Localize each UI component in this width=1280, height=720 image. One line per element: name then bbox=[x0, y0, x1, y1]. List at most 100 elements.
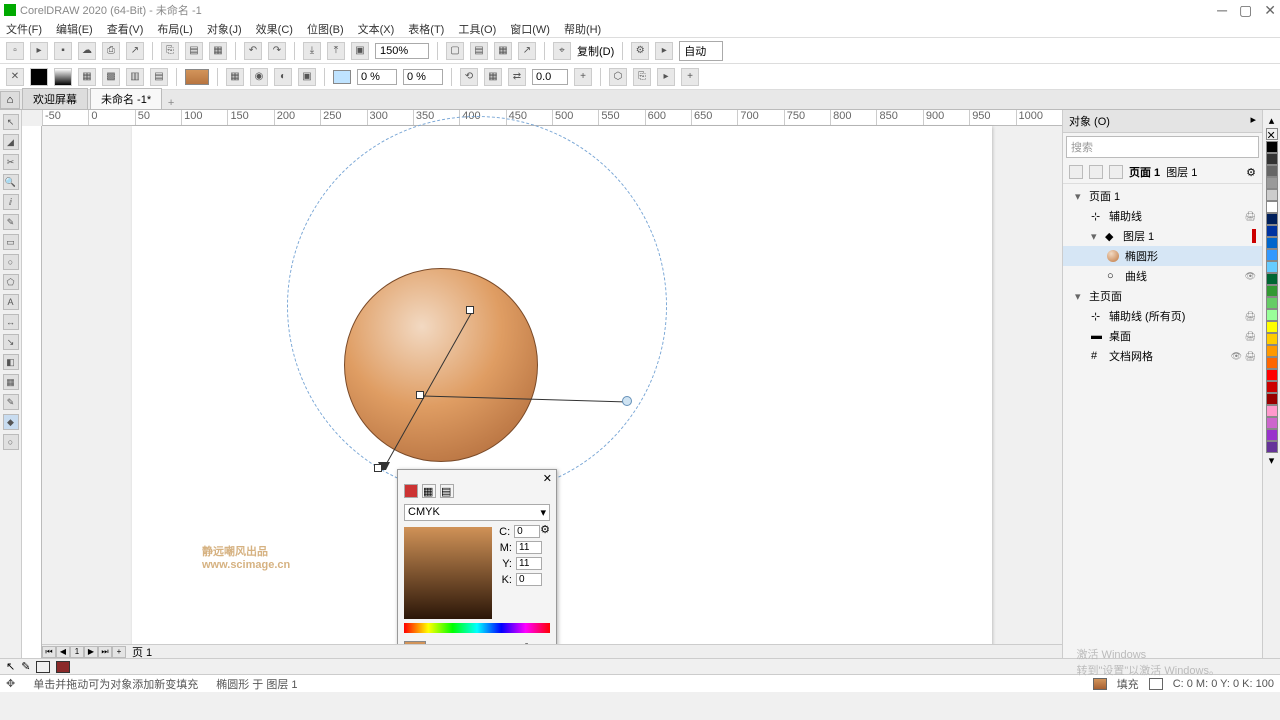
next-page-icon[interactable]: ▶ bbox=[84, 646, 98, 658]
zoom-select[interactable]: 150% bbox=[375, 43, 429, 59]
y-input[interactable] bbox=[516, 557, 542, 570]
tree-layer[interactable]: ▾◆图层 1 bbox=[1063, 226, 1262, 246]
page-count[interactable]: 1 bbox=[70, 646, 84, 658]
drop-tool-icon[interactable]: ◧ bbox=[3, 354, 19, 370]
apply-icon[interactable]: ▸ bbox=[657, 68, 675, 86]
layer-opts3-icon[interactable] bbox=[1109, 165, 1123, 179]
color-tab-mixer-icon[interactable]: ▦ bbox=[422, 484, 436, 498]
cloud-icon[interactable]: ☁ bbox=[78, 42, 96, 60]
palette-swatch[interactable] bbox=[1266, 441, 1278, 453]
palette-swatch[interactable] bbox=[1266, 237, 1278, 249]
tree-guides[interactable]: ⊹辅助线🖨 bbox=[1063, 206, 1262, 226]
palette-up-icon[interactable]: ▴ bbox=[1269, 114, 1275, 127]
guides-icon[interactable]: ↗ bbox=[518, 42, 536, 60]
palette-swatch[interactable] bbox=[1266, 405, 1278, 417]
menu-window[interactable]: 窗口(W) bbox=[510, 21, 550, 37]
last-page-icon[interactable]: ⏭ bbox=[98, 646, 112, 658]
repeat-icon[interactable]: ⇄ bbox=[508, 68, 526, 86]
palette-swatch[interactable] bbox=[1266, 393, 1278, 405]
copy-dropdown[interactable]: 复制(D) bbox=[577, 43, 614, 59]
outline-tool-icon[interactable]: ○ bbox=[3, 434, 19, 450]
artistic-tool-icon[interactable]: ✎ bbox=[3, 214, 19, 230]
home-icon[interactable]: ⌂ bbox=[0, 91, 20, 109]
palette-swatch[interactable] bbox=[1266, 285, 1278, 297]
menu-effects[interactable]: 效果(C) bbox=[256, 21, 293, 37]
polygon-tool-icon[interactable]: ⬠ bbox=[3, 274, 19, 290]
gradient-handle[interactable] bbox=[374, 464, 382, 472]
ellipse-tool-icon[interactable]: ○ bbox=[3, 254, 19, 270]
current-fill-swatch[interactable] bbox=[185, 69, 209, 85]
prev-page-icon[interactable]: ◀ bbox=[56, 646, 70, 658]
tab-welcome[interactable]: 欢迎屏幕 bbox=[22, 88, 88, 109]
tree-page[interactable]: ▾页面 1 bbox=[1063, 186, 1262, 206]
text-tool-icon[interactable]: A bbox=[3, 294, 19, 310]
radial-grad-icon[interactable]: ◉ bbox=[250, 68, 268, 86]
palette-swatch[interactable] bbox=[1266, 201, 1278, 213]
zoom-tool-icon[interactable]: 🔍 bbox=[3, 174, 19, 190]
open-icon[interactable]: ▸ bbox=[30, 42, 48, 60]
docker-close-icon[interactable]: ▸ bbox=[1250, 113, 1256, 129]
gradient-end-handle[interactable] bbox=[622, 396, 632, 406]
redo-icon[interactable]: ↷ bbox=[268, 42, 286, 60]
palette-swatch[interactable] bbox=[1266, 297, 1278, 309]
rulers-icon[interactable]: ▤ bbox=[470, 42, 488, 60]
tree-ellipse[interactable]: 椭圆形 bbox=[1063, 246, 1262, 266]
c-input[interactable] bbox=[514, 525, 540, 538]
minimize-icon[interactable]: ─ bbox=[1217, 2, 1227, 19]
menu-tools[interactable]: 工具(O) bbox=[458, 21, 496, 37]
rotation-input[interactable] bbox=[532, 69, 568, 85]
palette-swatch[interactable] bbox=[1266, 273, 1278, 285]
m-input[interactable] bbox=[516, 541, 542, 554]
tree-master[interactable]: ▾主页面 bbox=[1063, 286, 1262, 306]
color-model-select[interactable]: CMYK▾ bbox=[404, 504, 550, 521]
import-icon[interactable]: ⤓ bbox=[303, 42, 321, 60]
conical-grad-icon[interactable]: ◐ bbox=[274, 68, 292, 86]
palette-swatch[interactable] bbox=[1266, 345, 1278, 357]
launch-icon[interactable]: ▸ bbox=[655, 42, 673, 60]
palette-swatch[interactable] bbox=[1266, 165, 1278, 177]
palette-swatch[interactable] bbox=[1266, 429, 1278, 441]
hue-slider[interactable] bbox=[404, 623, 550, 633]
menu-object[interactable]: 对象(J) bbox=[207, 21, 242, 37]
pattern-fill-icon[interactable]: ▦ bbox=[78, 68, 96, 86]
no-color-swatch[interactable]: ✕ bbox=[1266, 128, 1278, 140]
maximize-icon[interactable]: ▢ bbox=[1239, 2, 1252, 19]
color-options-icon[interactable]: ⚙ bbox=[540, 523, 550, 536]
mesh-fill-icon[interactable]: ▤ bbox=[150, 68, 168, 86]
menu-table[interactable]: 表格(T) bbox=[408, 21, 444, 37]
tree-guides-all[interactable]: ⊹辅助线 (所有页)🖨 bbox=[1063, 306, 1262, 326]
publish-icon[interactable]: ▣ bbox=[351, 42, 369, 60]
freehand-tool-icon[interactable]: ⅈ bbox=[3, 194, 19, 210]
color-tab-model-icon[interactable] bbox=[404, 484, 418, 498]
add-preset-icon[interactable]: + bbox=[681, 68, 699, 86]
edit-fill-icon[interactable]: ✕ bbox=[6, 68, 24, 86]
palette-swatch[interactable] bbox=[1266, 381, 1278, 393]
palette-down-icon[interactable]: ▾ bbox=[1269, 454, 1275, 467]
ellipse-object[interactable] bbox=[344, 268, 538, 462]
rectangle-tool-icon[interactable]: ▭ bbox=[3, 234, 19, 250]
new-icon[interactable]: ▫ bbox=[6, 42, 24, 60]
page-tab[interactable]: 页 1 bbox=[126, 644, 158, 659]
print-icon[interactable]: ⎙ bbox=[102, 42, 120, 60]
pick-tool-icon[interactable]: ↖ bbox=[3, 114, 19, 130]
search-input[interactable]: 搜索 bbox=[1066, 136, 1259, 158]
gear-icon[interactable]: ⚙ bbox=[1246, 166, 1256, 179]
status-fill-swatch[interactable] bbox=[1093, 678, 1107, 690]
fill-color-box[interactable] bbox=[56, 661, 70, 673]
palette-swatch[interactable] bbox=[1266, 309, 1278, 321]
palette-swatch[interactable] bbox=[1266, 141, 1278, 153]
outline-color-box[interactable] bbox=[36, 661, 50, 673]
status-outline-swatch[interactable] bbox=[1149, 678, 1163, 690]
palette-swatch[interactable] bbox=[1266, 153, 1278, 165]
close-icon[interactable]: ✕ bbox=[1264, 2, 1276, 19]
k-input[interactable] bbox=[516, 573, 542, 586]
reverse-icon[interactable]: ⟲ bbox=[460, 68, 478, 86]
menu-file[interactable]: 文件(F) bbox=[6, 21, 42, 37]
export2-icon[interactable]: ⤒ bbox=[327, 42, 345, 60]
palette-swatch[interactable] bbox=[1266, 333, 1278, 345]
palette-swatch[interactable] bbox=[1266, 189, 1278, 201]
crop-tool-icon[interactable]: ✂ bbox=[3, 154, 19, 170]
fullscreen-icon[interactable]: ▢ bbox=[446, 42, 464, 60]
node-color-swatch[interactable] bbox=[333, 70, 351, 84]
new-tab-icon[interactable]: + bbox=[162, 97, 180, 109]
